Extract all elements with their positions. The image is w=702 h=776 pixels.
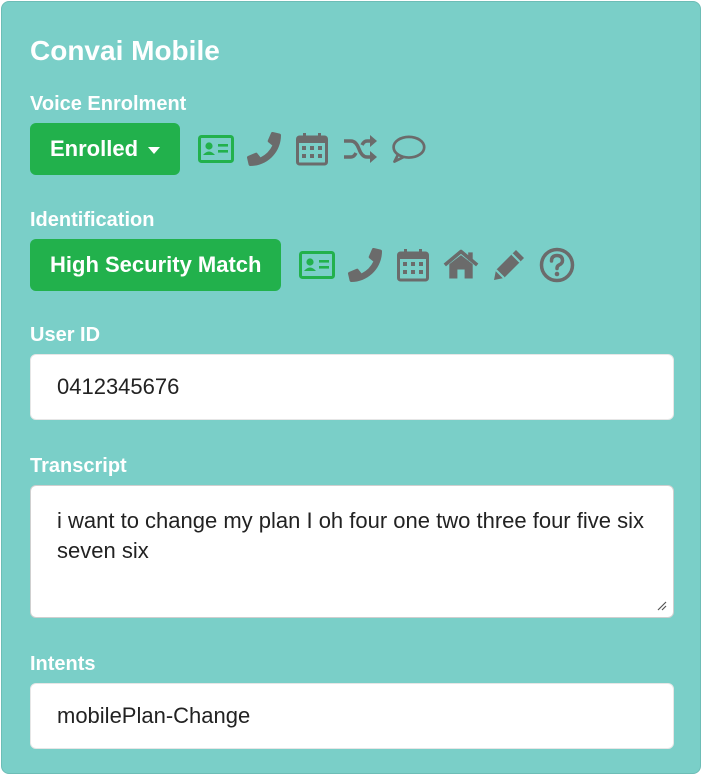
pencil-icon: [491, 247, 527, 283]
calendar-icon: [395, 247, 431, 283]
user-id-input[interactable]: [30, 354, 674, 420]
identification-icons: [299, 247, 587, 283]
intents-label: Intents: [30, 653, 96, 675]
home-icon: [443, 247, 479, 283]
caret-down-icon: [148, 146, 161, 154]
calendar-icon: [294, 131, 330, 167]
transcript-textarea[interactable]: i want to change my plan I oh four one t…: [30, 485, 674, 618]
phone-icon: [347, 247, 383, 283]
enrolled-dropdown-button[interactable]: Enrolled: [30, 123, 181, 175]
identification-label: Identification: [30, 209, 155, 231]
page-title: Convai Mobile: [30, 35, 220, 66]
high-security-match-button[interactable]: High Security Match: [30, 239, 282, 291]
transcript-label: Transcript: [30, 455, 127, 477]
voice-enrolment-icons: [198, 131, 438, 167]
identification-status-label: High Security Match: [50, 252, 262, 277]
shuffle-icon: [342, 131, 378, 167]
id-card-icon: [198, 131, 235, 167]
id-card-icon: [299, 247, 336, 283]
identification-row: High Security Match: [30, 239, 587, 291]
resize-handle-icon[interactable]: [655, 599, 667, 611]
enrolled-button-label: Enrolled: [50, 136, 139, 161]
intents-input[interactable]: [30, 683, 674, 749]
user-id-label: User ID: [30, 324, 101, 346]
chat-bubble-icon: [390, 131, 426, 167]
convai-mobile-panel: Convai Mobile Voice Enrolment Enrolled I…: [1, 1, 701, 774]
transcript-text: i want to change my plan I oh four one t…: [57, 508, 644, 563]
voice-enrolment-label: Voice Enrolment: [30, 93, 187, 115]
phone-icon: [246, 131, 282, 167]
voice-enrolment-row: Enrolled: [30, 123, 438, 175]
question-circle-icon: [539, 247, 575, 283]
